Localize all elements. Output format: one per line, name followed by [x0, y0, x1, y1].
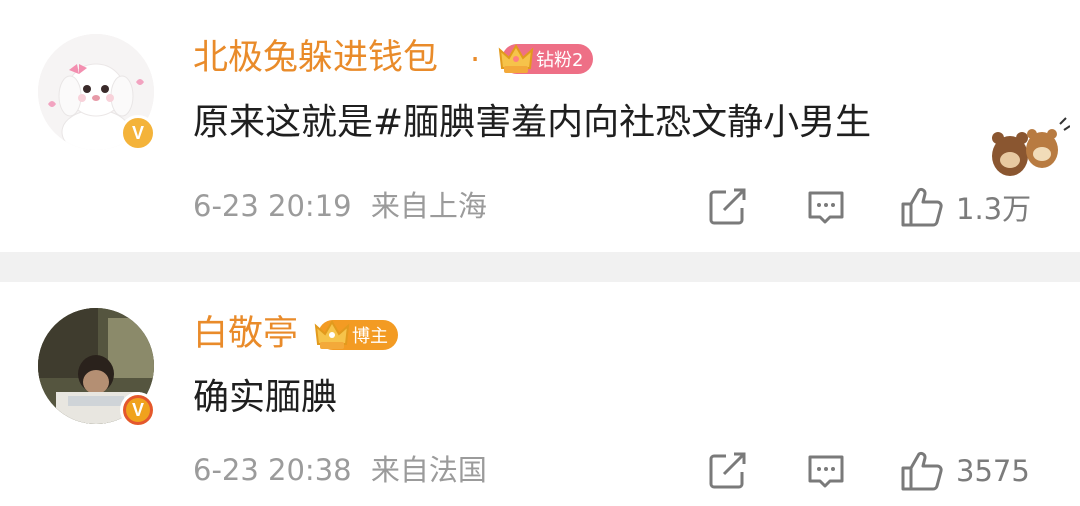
- comment-meta: 6-23 20:38 来自法国: [193, 452, 487, 488]
- thumbs-up-icon: [901, 451, 943, 491]
- like-count: 3575: [956, 454, 1030, 488]
- share-icon: [709, 452, 746, 489]
- comment-text: 确实腼腆: [193, 377, 338, 418]
- username[interactable]: 白敬亭: [193, 314, 298, 354]
- comment-card: V 白敬亭 博主 确实腼腆 6-23 20:38 来自法国 3575: [0, 0, 1080, 506]
- repost-button[interactable]: [708, 452, 748, 490]
- location: 来自法国: [370, 453, 487, 487]
- timestamp: 6-23 20:38: [193, 453, 352, 487]
- crown-icon: [314, 320, 350, 349]
- reply-button[interactable]: [806, 452, 846, 492]
- verified-v-icon: V: [120, 392, 156, 428]
- badge-label: 博主: [352, 326, 388, 347]
- blogger-badge[interactable]: 博主: [314, 320, 398, 350]
- comment-icon: [808, 455, 844, 488]
- like-button[interactable]: 3575: [900, 450, 1030, 492]
